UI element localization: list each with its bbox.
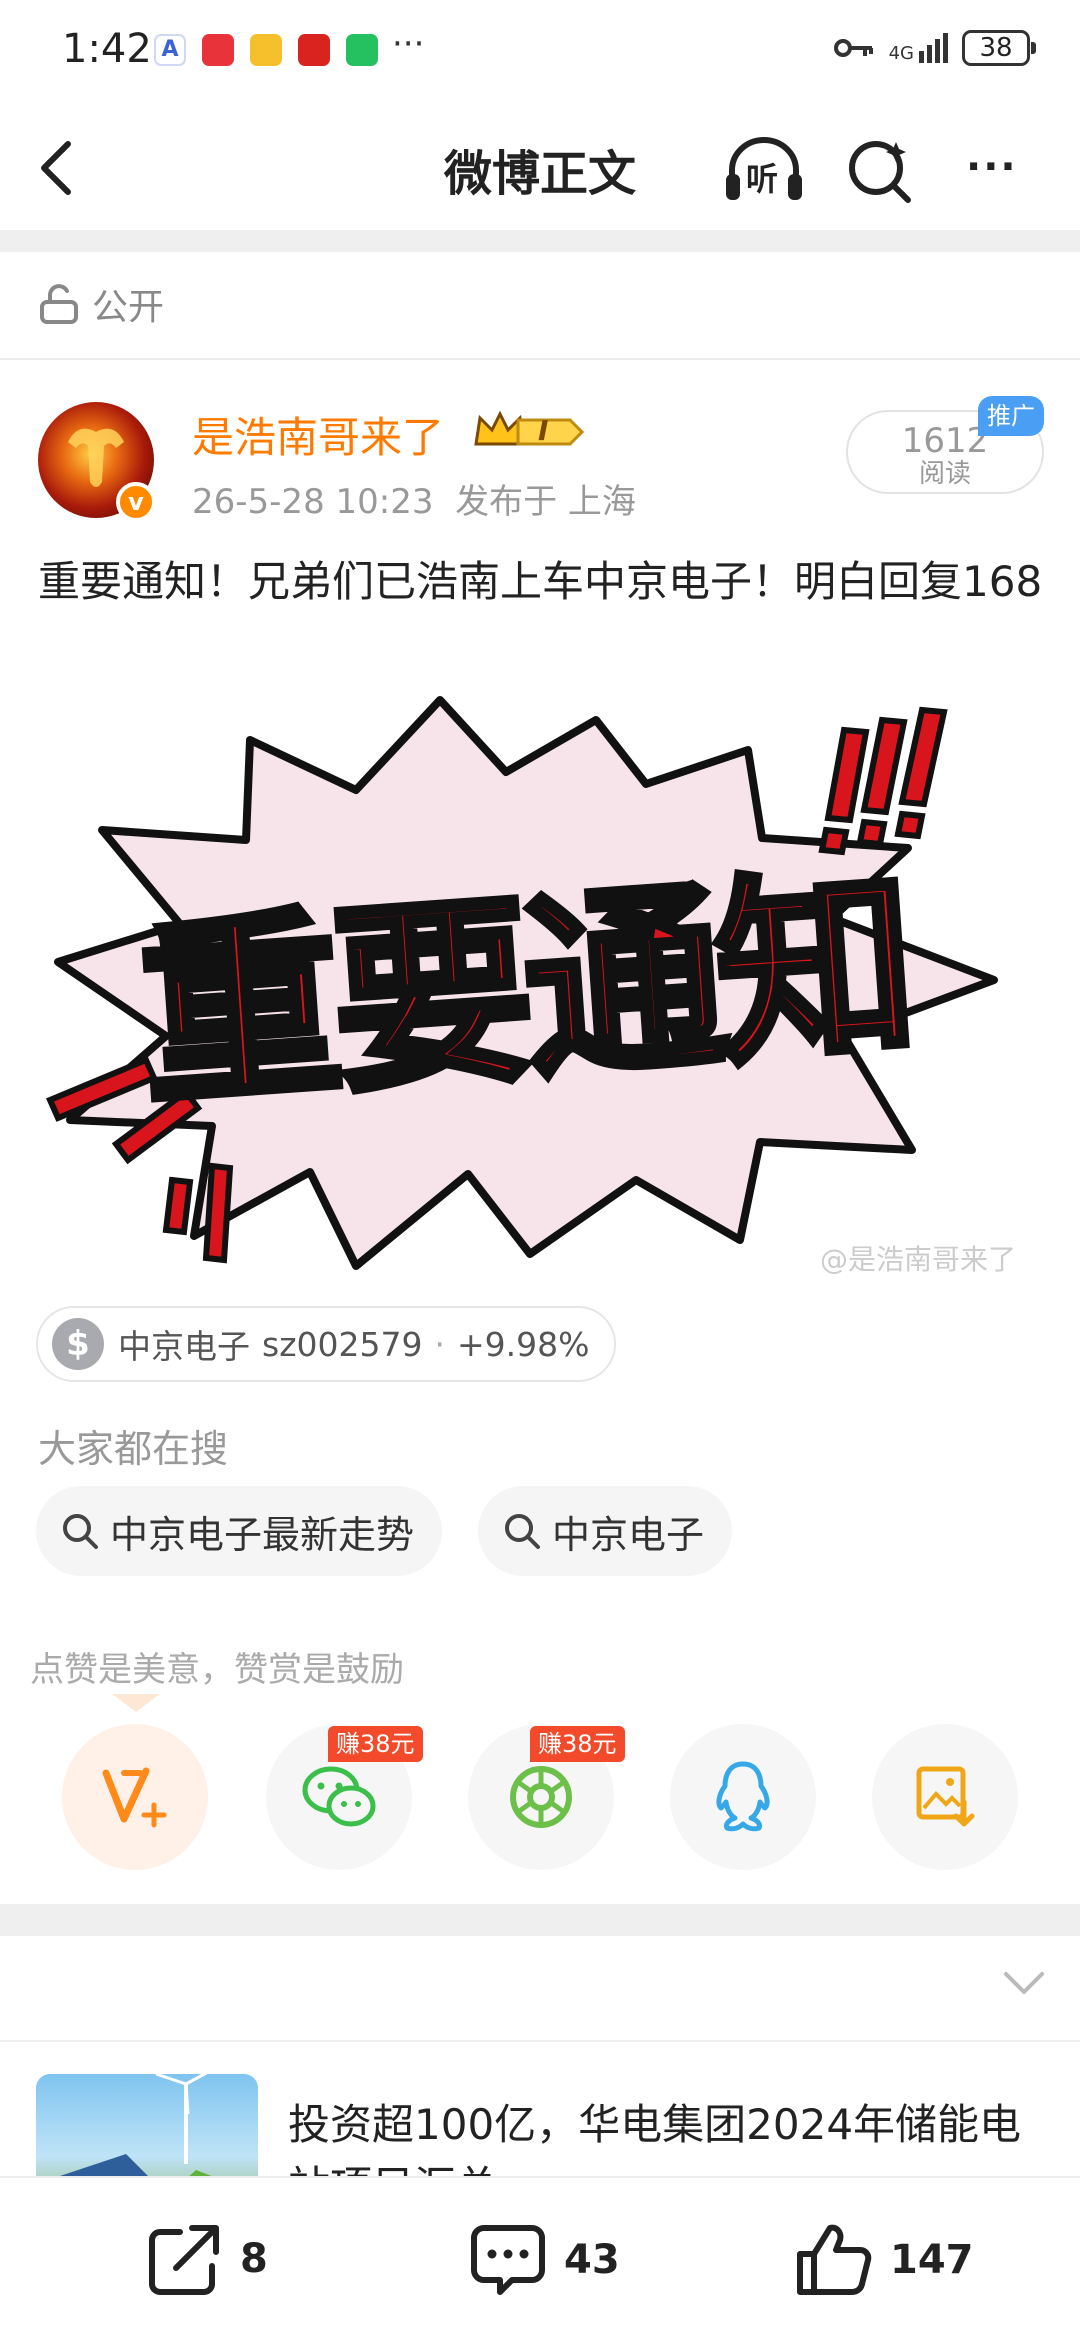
nav-bar: 微博正文 听 ··· (0, 100, 1080, 230)
thumbs-up-icon (797, 2224, 872, 2295)
reward-title: 点赞是美意，赞赏是鼓励 (30, 1650, 404, 1690)
search-chip[interactable]: 中京电子 (478, 1486, 733, 1576)
post-text: 重要通知！兄弟们已浩南上车中京电子！明白回复168 (38, 557, 1043, 606)
post-meta: 26-5-28 10:23 发布于 上海 (192, 482, 636, 522)
member-level-badge: I (474, 410, 586, 454)
dollar-icon: $ (52, 1318, 104, 1370)
visibility-label: 公开 (92, 287, 165, 328)
comment-icon (471, 2225, 545, 2295)
signal-icon: 4G (889, 33, 948, 63)
status-bar: 1:42 A ··· 4G 38 (0, 0, 1080, 100)
bottom-action-bar: 8 43 147 (0, 2176, 1080, 2340)
news-notification-icon (298, 34, 330, 66)
search-chip-label: 中京电子 (552, 1512, 705, 1557)
reads-label: 阅读 (918, 459, 971, 489)
stock-chip[interactable]: $ 中京电子 sz002579 · +9.98% (36, 1306, 616, 1382)
divider (0, 358, 1080, 360)
author-name[interactable]: 是浩南哥来了 (192, 404, 444, 465)
section-divider (0, 230, 1080, 252)
like-count: 147 (890, 2237, 974, 2283)
divider (0, 2040, 1080, 2042)
qq-icon (716, 1761, 770, 1832)
save-image-icon (916, 1766, 975, 1827)
more-menu-icon[interactable]: ··· (966, 144, 1018, 190)
level-number: I (538, 414, 549, 447)
stock-code: sz002579 (262, 1324, 423, 1364)
listen-button[interactable]: 听 (722, 136, 806, 204)
promo-tag: 推广 (978, 396, 1044, 436)
comment-count: 43 (564, 2237, 620, 2283)
visibility-row: 公开 (38, 278, 164, 330)
listen-label: 听 (746, 160, 779, 198)
wechat-notification-icon (346, 34, 378, 66)
speech-burst-image: 重要通知 (46, 696, 998, 1270)
verified-badge: v (116, 482, 156, 522)
stock-name: 中京电子 (118, 1327, 250, 1366)
reward-tooltip-arrow (112, 1694, 160, 1712)
stock-separator: · (434, 1324, 446, 1364)
more-notifications-icon: ··· (392, 24, 425, 64)
network-label: 4G (888, 43, 914, 64)
unlock-icon (40, 284, 78, 324)
share-icon (149, 2225, 219, 2295)
save-image-button[interactable] (872, 1724, 1018, 1870)
like-action[interactable]: 147 (794, 2222, 974, 2298)
comment-action[interactable]: 43 (470, 2222, 620, 2298)
search-icon (63, 1514, 98, 1549)
status-right: 4G 38 (833, 30, 1036, 66)
key-icon (833, 39, 873, 57)
wechat-icon (302, 1766, 376, 1827)
search-chip-label: 中京电子最新走势 (110, 1512, 415, 1557)
share-action[interactable]: 8 (146, 2222, 268, 2296)
chevron-down-icon[interactable] (1002, 1970, 1046, 1996)
page-title: 微博正文 (443, 146, 636, 202)
share-count: 8 (240, 2236, 268, 2282)
earn-badge: 赚38元 (530, 1726, 625, 1762)
stock-change: +9.98% (457, 1324, 590, 1364)
earn-badge: 赚38元 (328, 1726, 423, 1762)
reward-button[interactable] (62, 1724, 208, 1870)
huawei-notification-icon (202, 34, 234, 66)
status-time: 1:42 (62, 26, 152, 72)
image-watermark: @是浩南哥来了 (820, 1243, 1017, 1276)
crown-icon (474, 410, 585, 446)
app-notification-icon: A (154, 34, 186, 66)
search-section-title: 大家都在搜 (38, 1427, 229, 1471)
battery-indicator: 38 (962, 30, 1036, 66)
weibo-notification-icon (250, 34, 282, 66)
search-icon[interactable] (846, 136, 916, 206)
v-plus-icon (102, 1767, 167, 1828)
search-chip[interactable]: 中京电子最新走势 (36, 1486, 443, 1576)
share-qq-button[interactable] (670, 1724, 816, 1870)
post-image[interactable]: 重要通知 (36, 680, 1044, 1300)
section-divider (0, 1904, 1080, 1936)
moments-icon (510, 1766, 572, 1828)
search-icon (505, 1514, 540, 1549)
